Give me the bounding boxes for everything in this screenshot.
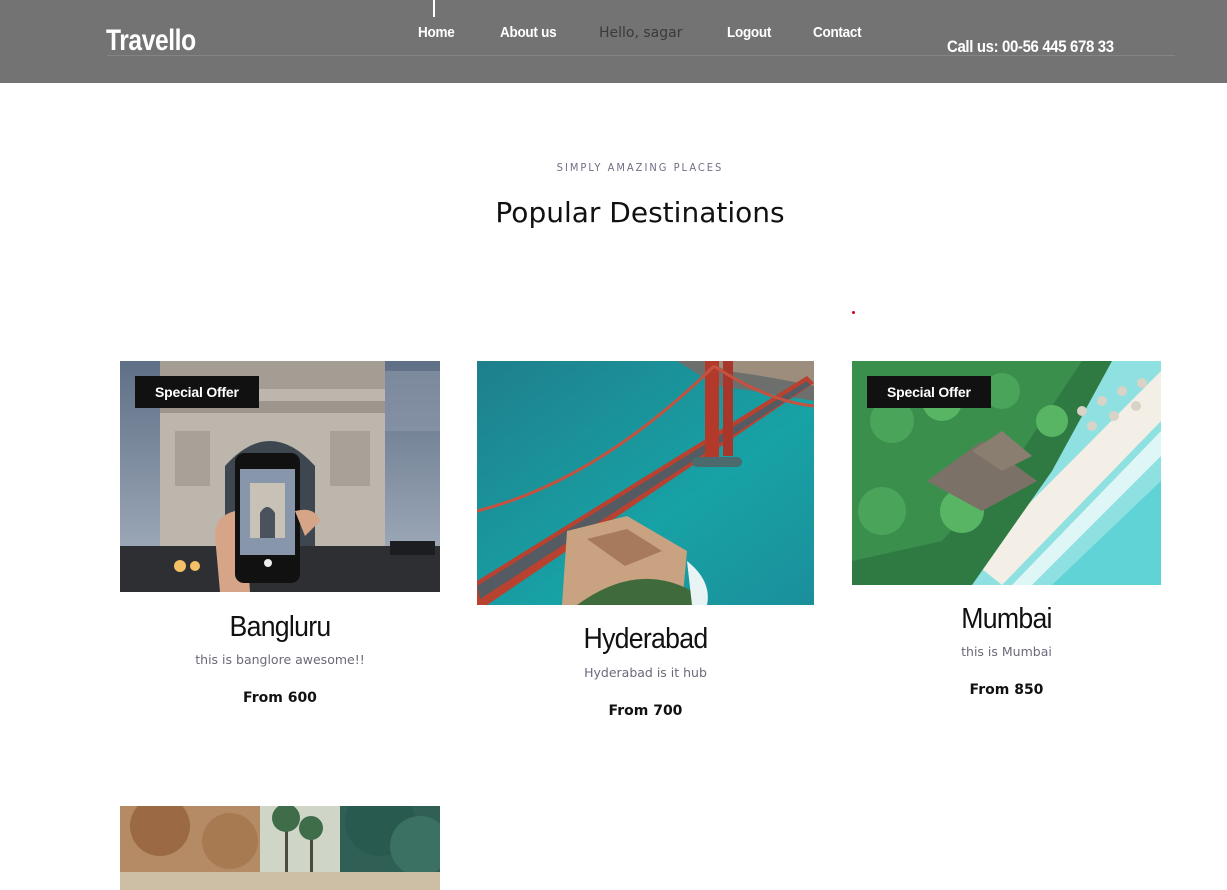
destination-card-partial[interactable] — [120, 806, 440, 890]
phone-number: Call us: 00-56 445 678 33 — [947, 37, 1114, 56]
destination-price: From 700 — [608, 703, 683, 719]
nav-contact[interactable]: Contact — [813, 24, 862, 41]
nav-home[interactable]: Home — [418, 24, 455, 41]
destination-card-mumbai[interactable]: Special Offer Mumbai this is Mumbai From… — [852, 361, 1161, 711]
special-offer-badge: Special Offer — [867, 376, 991, 408]
nav-about-us[interactable]: About us — [500, 24, 557, 41]
decorative-dot — [852, 311, 855, 314]
destination-description: Hyderabad is it hub — [584, 665, 707, 680]
bridge-photo — [477, 361, 814, 605]
destination-name[interactable]: Mumbai — [864, 603, 1148, 636]
destination-price: From 850 — [969, 682, 1044, 698]
section-title: Popular Destinations — [495, 196, 785, 229]
destination-image-partial[interactable] — [120, 806, 440, 890]
nav-greeting: Hello, sagar — [599, 25, 683, 41]
special-offer-badge: Special Offer — [135, 376, 259, 408]
destination-image-mumbai[interactable]: Special Offer — [852, 361, 1161, 585]
nav-logout[interactable]: Logout — [727, 24, 771, 41]
active-nav-indicator — [433, 0, 435, 17]
destination-description: this is banglore awesome!! — [195, 652, 365, 667]
site-header: Travello Home About us Hello, sagar Logo… — [0, 0, 1227, 83]
jungle-photo — [120, 806, 440, 890]
destination-image-bangluru[interactable]: Special Offer — [120, 361, 440, 592]
destination-price: From 600 — [243, 690, 317, 706]
destination-card-bangluru[interactable]: Special Offer Bangluru this is banglore … — [120, 361, 440, 721]
site-logo[interactable]: Travello — [106, 24, 196, 58]
destination-name[interactable]: Hyderabad — [490, 623, 800, 656]
destination-card-hyderabad[interactable]: Hyderabad Hyderabad is it hub From 700 — [477, 361, 814, 731]
section-kicker: SIMPLY AMAZING PLACES — [556, 161, 724, 174]
destination-image-hyderabad[interactable] — [477, 361, 814, 605]
destination-name[interactable]: Bangluru — [133, 611, 427, 644]
destination-description: this is Mumbai — [961, 644, 1052, 659]
